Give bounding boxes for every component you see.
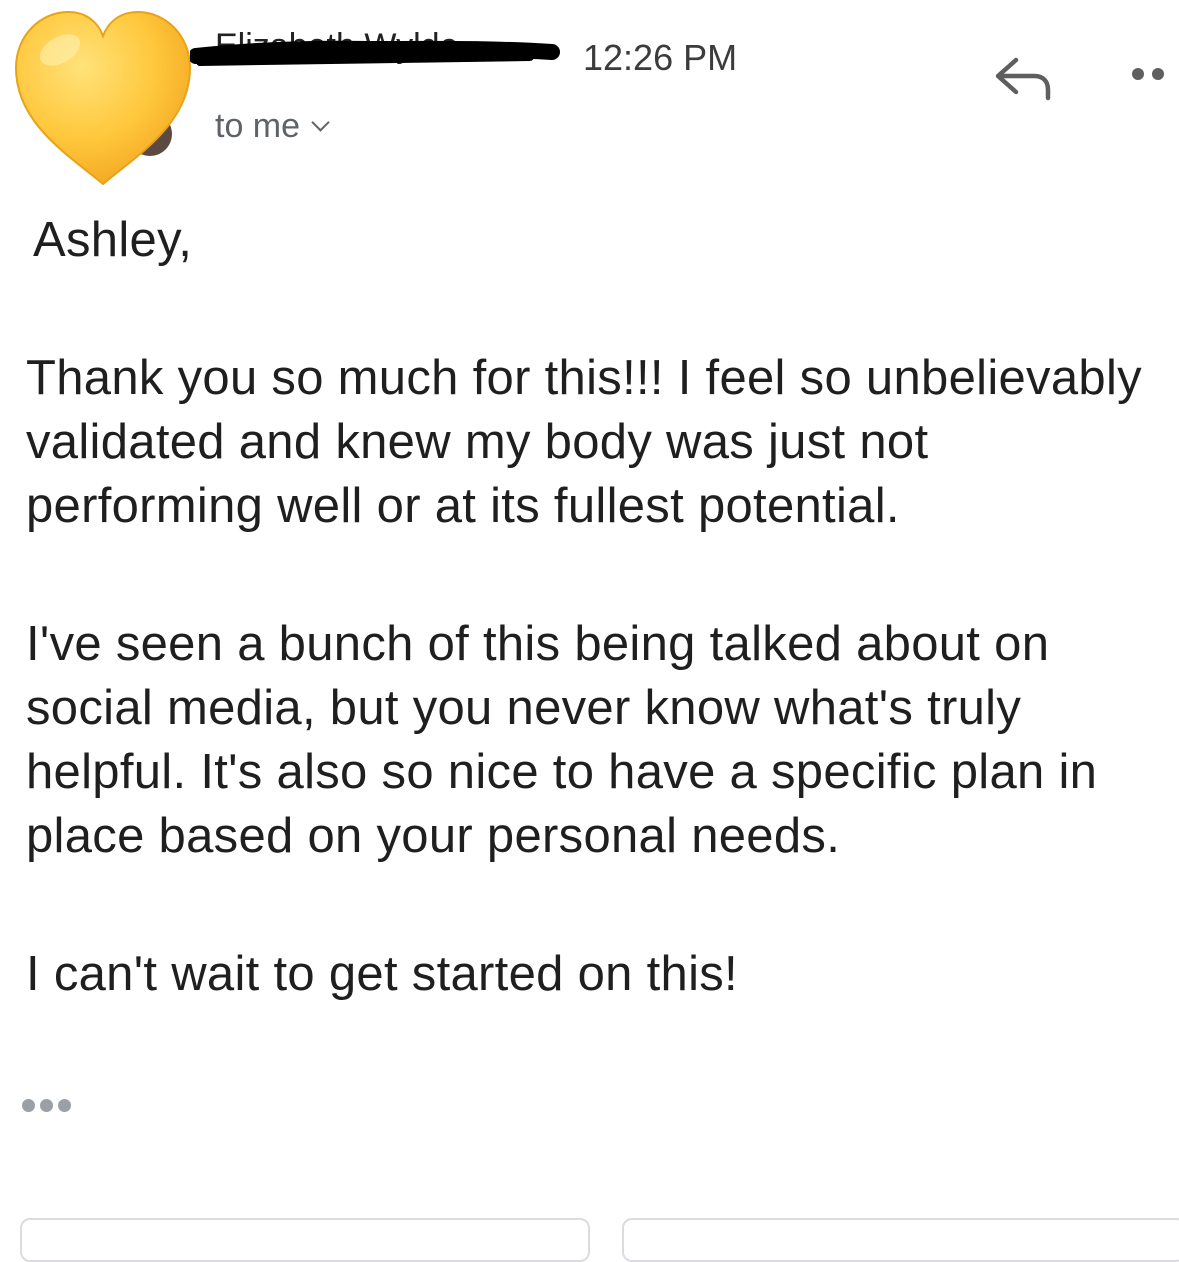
redaction-mark (190, 40, 560, 70)
body-paragraph: I can't wait to get started on this! (26, 947, 738, 1001)
body-paragraph: Thank you so much for this!!! I feel so … (26, 351, 1142, 533)
reply-action-button[interactable] (20, 1218, 590, 1262)
dot (1132, 68, 1144, 80)
yellow-heart-icon (14, 10, 192, 186)
show-trimmed-content-icon[interactable] (22, 1093, 82, 1119)
forward-action-button[interactable] (622, 1218, 1179, 1262)
greeting: Ashley, (33, 213, 193, 267)
message-header: Elizabeth Wylde 12:26 PM to me (0, 0, 1179, 190)
dot (22, 1099, 35, 1112)
message-time: 12:26 PM (583, 37, 738, 78)
more-options-icon[interactable] (1132, 62, 1179, 88)
dot (1152, 68, 1164, 80)
reply-icon (995, 57, 1051, 101)
dot (40, 1099, 53, 1112)
chevron-down-icon (311, 113, 330, 132)
recipient-label: to me (215, 107, 301, 145)
message-body: Ashley, Thank you so much for this!!! I … (26, 208, 1166, 1006)
recipient-details-toggle[interactable]: to me (215, 106, 330, 146)
dot (58, 1099, 71, 1112)
body-paragraph: I've seen a bunch of this being talked a… (26, 617, 1098, 863)
reply-button[interactable] (990, 52, 1060, 102)
sender-avatar[interactable] (10, 6, 196, 188)
